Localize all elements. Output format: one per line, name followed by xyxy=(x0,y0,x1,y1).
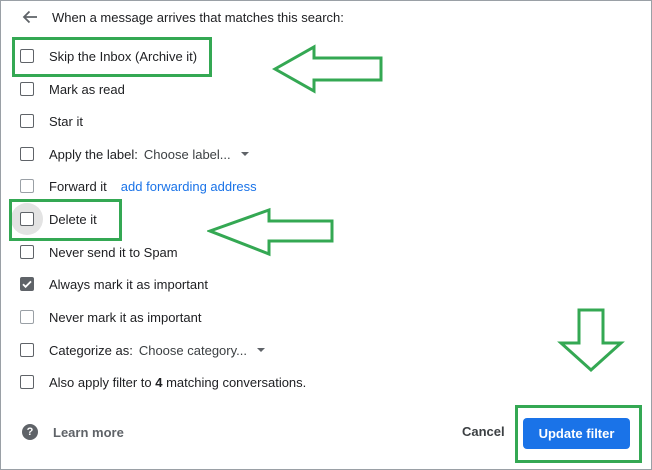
option-forward[interactable]: Forward it add forwarding address xyxy=(20,175,257,197)
dropdown-caret-icon xyxy=(256,348,265,352)
apply-label-checkbox[interactable] xyxy=(20,147,34,161)
dropdown-caret-icon xyxy=(240,152,249,156)
option-label: Also apply filter to 4 matching conversa… xyxy=(49,375,306,390)
option-also-apply[interactable]: Also apply filter to 4 matching conversa… xyxy=(20,371,306,393)
option-label: Apply the label: xyxy=(49,146,138,162)
categorize-checkbox[interactable] xyxy=(20,343,34,357)
label-select-value: Choose label... xyxy=(143,146,231,162)
option-mark-read[interactable]: Mark as read xyxy=(20,78,125,100)
add-forwarding-address-link[interactable]: add forwarding address xyxy=(121,179,257,194)
category-select-value: Choose category... xyxy=(138,342,247,358)
left-arrow-annotation-icon xyxy=(272,44,383,94)
option-never-spam[interactable]: Never send it to Spam xyxy=(20,241,178,263)
option-label: Mark as read xyxy=(49,81,125,97)
mark-read-checkbox[interactable] xyxy=(20,82,34,96)
also-apply-checkbox[interactable] xyxy=(20,375,34,389)
option-label: Categorize as: xyxy=(49,342,133,358)
arrow-back-icon[interactable] xyxy=(18,6,42,28)
header-text: When a message arrives that matches this… xyxy=(52,9,344,25)
annotation-box-skip-inbox xyxy=(12,37,212,77)
forward-checkbox[interactable] xyxy=(20,179,34,193)
option-star[interactable]: Star it xyxy=(20,110,83,132)
option-label: Forward it xyxy=(49,178,107,194)
star-checkbox[interactable] xyxy=(20,114,34,128)
annotation-box-update xyxy=(515,405,642,463)
always-important-checkbox[interactable] xyxy=(20,277,34,291)
also-apply-suffix: matching conversations. xyxy=(166,374,307,390)
option-never-important[interactable]: Never mark it as important xyxy=(20,306,201,328)
also-apply-prefix: Also apply filter to xyxy=(49,374,152,390)
learn-more-link[interactable]: Learn more xyxy=(53,425,124,440)
label-select[interactable]: Choose label... xyxy=(144,147,249,162)
never-spam-checkbox[interactable] xyxy=(20,245,34,259)
never-important-checkbox[interactable] xyxy=(20,310,34,324)
option-apply-label[interactable]: Apply the label: Choose label... xyxy=(20,143,249,165)
option-label: Never mark it as important xyxy=(49,309,202,325)
matching-count: 4 xyxy=(155,374,163,390)
dialog-header: When a message arrives that matches this… xyxy=(18,6,344,28)
help-icon[interactable]: ? xyxy=(22,424,38,440)
option-label: Always mark it as important xyxy=(49,276,208,292)
help-area: ? Learn more xyxy=(22,424,124,440)
option-always-important[interactable]: Always mark it as important xyxy=(20,273,208,295)
annotation-box-delete xyxy=(9,199,122,241)
down-arrow-annotation-icon xyxy=(557,308,625,373)
category-select[interactable]: Choose category... xyxy=(139,343,265,358)
checkmark-icon xyxy=(20,277,34,291)
option-categorize[interactable]: Categorize as: Choose category... xyxy=(20,339,265,361)
option-label: Never send it to Spam xyxy=(49,244,178,260)
cancel-button[interactable]: Cancel xyxy=(462,424,505,439)
left-arrow-annotation-icon xyxy=(207,207,334,257)
option-label: Star it xyxy=(49,113,83,129)
